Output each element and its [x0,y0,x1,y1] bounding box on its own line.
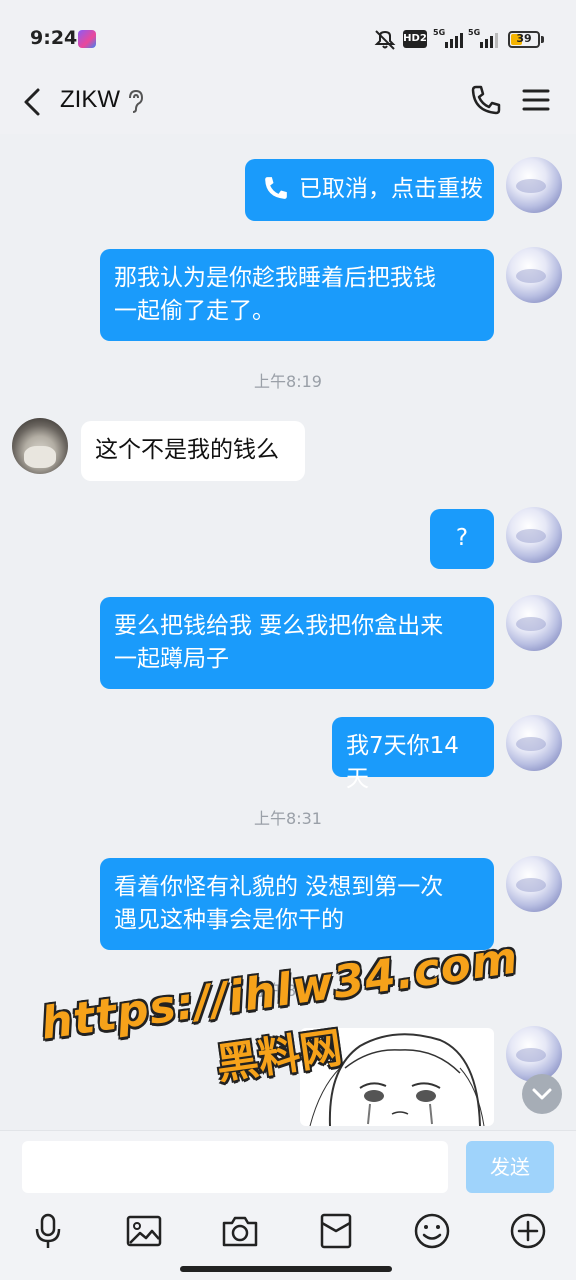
message-text: ? [455,525,469,551]
message-bubble[interactable]: 这个不是我的钱么 [81,421,305,481]
battery-tip [541,36,544,43]
mute-icon [374,30,396,50]
camera-icon[interactable] [220,1211,260,1251]
home-indicator[interactable] [180,1266,392,1272]
call-record-bubble[interactable]: 已取消，点击重拨 [245,159,494,221]
signal-icon-2: 5G [468,28,502,48]
image-icon[interactable] [124,1211,164,1251]
timestamp: 上午8:46 [254,981,322,1000]
message-bubble[interactable]: ? [430,509,494,569]
phone-icon [265,177,287,199]
send-button[interactable]: 发送 [466,1141,554,1193]
timestamp: 上午8:19 [254,372,322,391]
status-time: 9:24 [30,27,78,49]
avatar[interactable] [506,247,562,303]
emoji-icon[interactable] [412,1211,452,1251]
avatar[interactable] [506,507,562,563]
chevron-down-icon [532,1088,552,1100]
sticker-image[interactable] [300,1028,494,1126]
red-packet-icon[interactable] [316,1211,356,1251]
signal-icon: 5G [433,28,467,48]
hd-voice-icon: HD2 [403,30,427,48]
add-icon[interactable] [508,1211,548,1251]
back-arrow-icon[interactable] [16,82,52,122]
input-area: 发送 [0,1130,576,1280]
app-notification-icon [78,30,96,48]
battery-icon: 39 [508,31,540,48]
phone-icon[interactable] [468,82,504,118]
message-text: 要么把钱给我 要么我把你盒出来 一起蹲局子 [114,613,444,672]
status-bar: 9:24 HD2 5G 5G 39 [0,0,576,78]
menu-icon[interactable] [520,84,552,116]
avatar[interactable] [12,418,68,474]
message-bubble[interactable]: 那我认为是你趁我睡着后把我钱 一起偷了走了。 [100,249,494,341]
message-bubble[interactable]: 要么把钱给我 要么我把你盒出来 一起蹲局子 [100,597,494,689]
contact-name[interactable]: ZIKW [60,86,120,114]
message-bubble[interactable]: 我7天你14天 [332,717,494,792]
battery-level: 39 [516,32,532,45]
message-text: 我7天你14天 [346,733,459,792]
chat-header: ZIKW [0,78,576,134]
ear-icon [129,89,144,113]
scroll-to-bottom-button[interactable] [522,1074,562,1114]
message-text: 看着你怪有礼貌的 没想到第一次 遇见这种事会是你干的 [114,874,444,933]
crying-anime-sticker [309,1033,485,1126]
message-text: 那我认为是你趁我睡着后把我钱 一起偷了走了。 [114,265,436,324]
microphone-icon[interactable] [28,1211,68,1251]
message-bubble[interactable]: 看着你怪有礼貌的 没想到第一次 遇见这种事会是你干的 [100,858,494,950]
message-text: 这个不是我的钱么 [95,437,279,463]
call-record-text: 已取消，点击重拨 [299,176,483,202]
timestamp: 上午8:31 [254,809,322,828]
avatar[interactable] [506,157,562,213]
avatar[interactable] [506,856,562,912]
avatar[interactable] [506,595,562,651]
message-input[interactable] [22,1141,448,1193]
avatar[interactable] [506,715,562,771]
